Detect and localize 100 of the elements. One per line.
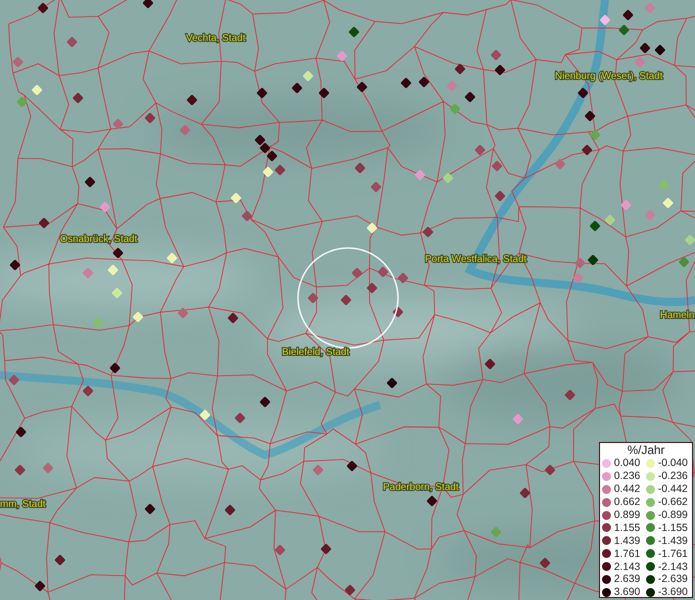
map-marker <box>397 272 409 284</box>
map-marker <box>490 526 502 538</box>
map-marker <box>348 26 360 38</box>
legend-value: -1.439 <box>658 534 688 547</box>
map-marker <box>512 413 524 425</box>
map-marker <box>539 557 551 569</box>
map-marker <box>37 2 49 14</box>
map-marker <box>356 81 368 93</box>
map-marker <box>491 160 503 172</box>
map-marker <box>422 226 434 238</box>
map-marker <box>587 254 599 266</box>
map-marker <box>142 0 154 9</box>
map-marker <box>620 199 632 211</box>
place-label: Vechta, Stadt <box>186 33 246 44</box>
map-marker <box>262 166 274 178</box>
map-marker <box>14 464 26 476</box>
map-marker <box>274 164 286 176</box>
map-marker <box>254 134 266 146</box>
legend-title: %/Jahr <box>626 444 666 457</box>
legend-value: 0.899 <box>614 509 640 521</box>
map-marker <box>654 44 666 56</box>
map-marker <box>554 158 566 170</box>
map-marker <box>266 150 278 162</box>
map-marker <box>224 504 236 516</box>
map-marker <box>354 162 366 174</box>
map-marker <box>442 172 454 184</box>
legend-value: -0.236 <box>658 470 688 482</box>
map-marker <box>179 124 191 136</box>
map-marker <box>112 247 124 259</box>
legend-value: 0.442 <box>614 483 640 496</box>
map-marker <box>418 76 430 88</box>
place-label: Osnabrück, Stadt <box>60 234 138 245</box>
map-marker <box>34 580 46 592</box>
map-marker <box>599 14 611 26</box>
map-marker <box>346 460 358 472</box>
map-marker <box>291 82 303 94</box>
map-marker <box>454 63 466 75</box>
map-marker <box>678 256 690 268</box>
map-marker <box>259 396 271 408</box>
legend-value: 1.439 <box>614 534 640 547</box>
map-marker <box>618 24 630 36</box>
place-label: mm, Stadt <box>0 499 46 510</box>
map-marker <box>581 144 593 156</box>
map-marker <box>589 129 601 141</box>
map-marker <box>684 234 695 246</box>
legend-value: 2.639 <box>614 573 640 586</box>
place-label: Bielefeld, Stadt <box>282 347 350 358</box>
map-marker <box>227 312 239 324</box>
map-marker <box>256 87 268 99</box>
map-marker <box>42 462 54 474</box>
map-marker <box>82 267 94 279</box>
map-marker <box>490 49 502 61</box>
map-marker <box>307 292 319 304</box>
map-marker <box>38 217 50 229</box>
map-marker <box>54 554 66 566</box>
map-marker <box>16 96 28 108</box>
map-marker <box>370 181 382 193</box>
legend-value: -0.040 <box>658 457 688 470</box>
legend-value: 0.040 <box>614 457 640 470</box>
legend-value: -3.690 <box>658 586 688 598</box>
map-marker <box>66 36 78 48</box>
map-marker <box>446 80 458 92</box>
map-marker <box>644 2 656 14</box>
map-marker <box>274 544 286 556</box>
map-marker <box>577 87 589 99</box>
legend-value: -0.899 <box>658 509 688 521</box>
map-marker <box>386 377 398 389</box>
map-marker <box>318 87 330 99</box>
map-marker <box>107 264 119 276</box>
map-marker <box>604 214 616 226</box>
map-marker <box>572 272 584 284</box>
map-marker <box>574 257 586 269</box>
map-marker <box>166 252 178 264</box>
map-marker <box>564 389 576 401</box>
map-marker <box>72 92 84 104</box>
map-marker <box>589 220 601 232</box>
legend-value: -0.662 <box>658 496 688 508</box>
legend-value: 2.143 <box>614 560 640 573</box>
legend-value: 1.155 <box>614 522 640 534</box>
map-marker <box>111 287 123 299</box>
map-marker <box>634 56 646 68</box>
map-marker <box>99 201 111 213</box>
map-marker <box>400 77 412 89</box>
map-marker <box>9 259 21 271</box>
map-marker <box>144 112 156 124</box>
map-marker <box>132 311 144 323</box>
map-marker <box>109 362 121 374</box>
map-marker <box>519 487 531 499</box>
map-marker <box>302 70 314 82</box>
map-marker <box>241 210 253 222</box>
map-marker <box>464 91 476 103</box>
legend-value: -2.639 <box>658 573 688 586</box>
map-marker <box>544 464 556 476</box>
map-marker <box>82 385 94 397</box>
legend-value: 3.690 <box>614 586 640 598</box>
map-marker <box>426 495 438 507</box>
map-marker <box>320 543 332 555</box>
map-marker <box>15 426 27 438</box>
map-marker <box>474 144 486 156</box>
map-marker <box>494 190 506 202</box>
